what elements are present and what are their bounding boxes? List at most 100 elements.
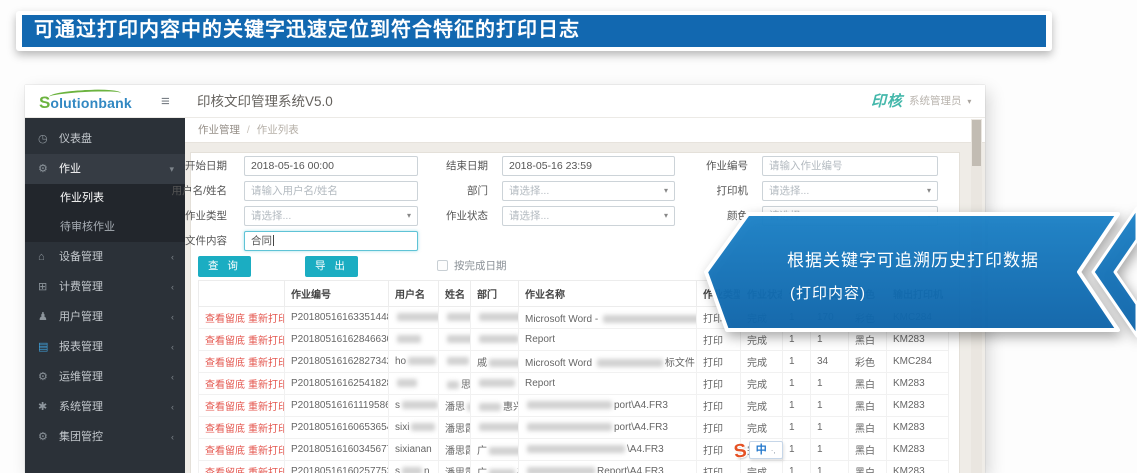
sidebar-item[interactable]: ⌂设备管理‹ [25,242,185,272]
breadcrumb-current: 作业列表 [257,124,299,136]
table-cell [439,329,471,351]
sidebar-item[interactable]: ✱系统管理‹ [25,392,185,422]
redacted-text [479,313,519,321]
redacted-text [489,447,519,455]
sidebar: ◷仪表盘⚙作业▾作业列表待审核作业⌂设备管理‹⊞计费管理‹♟用户管理‹▤报表管理… [25,118,185,473]
table-cell: 1 [783,461,811,473]
group-gear-icon: ⚙ [38,422,59,452]
sidebar-item[interactable]: ⊞计费管理‹ [25,272,185,302]
app-header: Solutionbank ≡ 印核文印管理系统V5.0 印核 系统管理员 ▾ [25,85,985,118]
redacted-text [603,315,697,323]
ime-tools-icon[interactable]: ·, [771,446,776,455]
content-input[interactable]: 合同 [244,231,418,251]
chevron-left-icon: ‹ [171,272,174,302]
table-cell: 打印 [697,373,741,395]
page: 可通过打印内容中的关键字迅速定位到符合特征的打印日志 Solutionbank … [0,0,1137,473]
action-reprint[interactable]: 重新打印 [248,402,285,413]
chevron-left-icon: ‹ [171,362,174,392]
table-cell: 34 [811,351,849,373]
redacted-text [479,403,501,411]
action-view-retained[interactable]: 查看留底 [205,336,245,347]
action-reprint[interactable]: 重新打印 [248,380,285,391]
table-row: 查看留底重新打印查看审批P20180516162827342ho戚Microso… [199,351,949,373]
callout-arrow: 根据关键字可追溯历史打印数据 (打印内容) [695,200,1137,348]
table-row: 查看留底重新打印查看审批P20180516160345677sixianan潘思… [199,439,949,461]
job-id-cell: P20180516160257752 [285,461,389,473]
action-reprint[interactable]: 重新打印 [248,314,285,325]
sidebar-item[interactable]: ♟用户管理‹ [25,302,185,332]
breadcrumb-section[interactable]: 作业管理 [198,124,240,136]
table-cell: 广兴 [471,461,519,473]
ime-lang[interactable]: 中 [756,444,767,456]
table-row: 查看留底重新打印查看审批P20180516161119586s潘思惠兴port\… [199,395,949,417]
redacted-text [597,359,663,367]
action-view-retained[interactable]: 查看留底 [205,424,245,435]
table-cell: 1 [783,439,811,461]
end-date-input[interactable] [502,156,675,176]
actions-cell: 查看留底重新打印查看审批 [199,373,285,395]
ime-bar[interactable]: 中 ·, [749,441,783,459]
table-cell: 完成 [741,373,783,395]
query-button[interactable]: 查 询 [198,256,251,277]
redacted-text [402,401,438,409]
action-reprint[interactable]: 重新打印 [248,336,285,347]
sidebar-subitem[interactable]: 待审核作业 [25,213,185,242]
dept-select[interactable]: 请选择...▾ [502,181,675,201]
action-view-retained[interactable]: 查看留底 [205,468,245,473]
sidebar-item[interactable]: ▤报表管理‹ [25,332,185,362]
user-name: 系统管理员 [909,95,962,107]
table-cell: sixi [389,417,439,439]
table-cell: 1 [783,373,811,395]
end-date-label: 结束日期 [426,156,488,176]
menu-toggle-icon[interactable]: ≡ [161,85,170,118]
start-date-input[interactable] [244,156,418,176]
sidebar-item[interactable]: ⚙集团管控‹ [25,422,185,452]
by-completion-date-checkbox[interactable] [437,260,448,271]
sidebar-item[interactable]: ⚙作业▾ [25,154,185,184]
table-cell: Report [519,329,697,351]
sidebar-item-label: 计费管理 [59,281,103,293]
ops-gear-icon: ⚙ [38,362,59,392]
jobs-gear-icon: ⚙ [38,154,59,184]
column-header: 用户名 [389,281,439,307]
action-view-retained[interactable]: 查看留底 [205,314,245,325]
action-reprint[interactable]: 重新打印 [248,358,285,369]
dashboard-icon: ◷ [38,124,59,154]
table-cell: 1 [783,351,811,373]
job-no-input[interactable] [762,156,938,176]
scrollbar-thumb[interactable] [972,120,981,166]
redacted-text [467,403,471,411]
export-button[interactable]: 导 出 [305,256,358,277]
job-type-select[interactable]: 请选择...▾ [244,206,418,226]
action-reprint[interactable]: 重新打印 [248,468,285,473]
table-cell [389,307,439,329]
action-reprint[interactable]: 重新打印 [248,424,285,435]
sidebar-submenu: 作业列表待审核作业 [25,184,185,242]
user-dropdown[interactable]: 系统管理员 ▾ [909,85,971,118]
action-view-retained[interactable]: 查看留底 [205,446,245,457]
sogou-logo-icon[interactable]: S [733,440,749,464]
job-status-select[interactable]: 请选择...▾ [502,206,675,226]
action-view-retained[interactable]: 查看留底 [205,380,245,391]
start-date-label: 开始日期 [165,156,227,176]
redacted-text [489,359,519,367]
table-cell: 黑白 [849,373,887,395]
sidebar-item[interactable]: ◷仪表盘 [25,124,185,154]
actions-cell: 查看留底重新打印查看审批 [199,461,285,473]
content-label: 文件内容 [165,231,227,251]
sidebar-item[interactable]: ⚙运维管理‹ [25,362,185,392]
solutionbank-logo[interactable]: Solutionbank [39,93,132,113]
table-cell: KM283 [887,439,949,461]
sidebar-item-label: 设备管理 [59,251,103,263]
table-cell: sn [389,461,439,473]
action-view-retained[interactable]: 查看留底 [205,358,245,369]
table-cell [389,329,439,351]
username-input[interactable] [244,181,418,201]
action-reprint[interactable]: 重新打印 [248,446,285,457]
table-cell: 惠兴 [471,395,519,417]
sidebar-subitem[interactable]: 作业列表 [25,184,185,213]
action-view-retained[interactable]: 查看留底 [205,402,245,413]
ime-widget[interactable]: S中 ·, [734,441,783,463]
table-cell: port\A4.FR3 [519,395,697,417]
printer-select[interactable]: 请选择...▾ [762,181,938,201]
